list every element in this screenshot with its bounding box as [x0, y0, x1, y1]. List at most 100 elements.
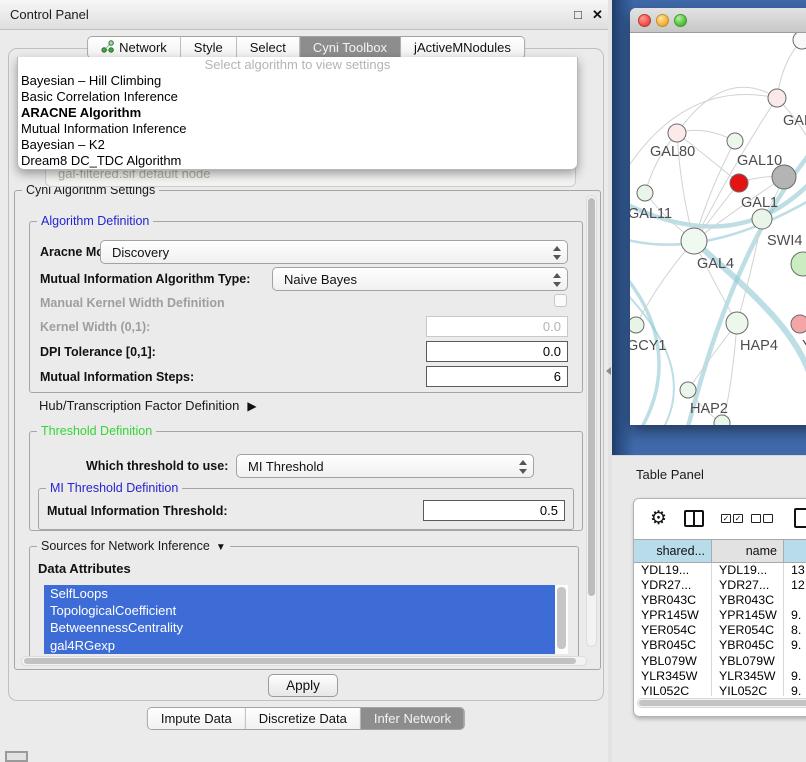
table-row[interactable]: YLR345WYLR345W9. — [634, 669, 806, 684]
tab-network[interactable]: Network — [88, 37, 181, 58]
column-header-shared[interactable]: shared... — [634, 540, 712, 562]
network-node-gal4[interactable] — [681, 228, 707, 254]
algorithm-option-aracne-algorithm[interactable]: ARACNE Algorithm — [18, 105, 577, 121]
settings-hscroll-thumb[interactable] — [24, 658, 576, 664]
mi-steps-field[interactable]: 6 — [426, 366, 568, 387]
select-all-columns-icon[interactable]: ✓ ✓ — [721, 514, 743, 523]
attribute-item-topologicalcoefficient[interactable]: TopologicalCoefficient — [44, 602, 555, 619]
table-row[interactable]: YDL19...YDL19...13 — [634, 563, 806, 578]
network-node-y[interactable] — [791, 315, 806, 333]
settings-horizontal-scrollbar[interactable] — [21, 656, 587, 666]
tab-label: jActiveMNodules — [414, 40, 511, 55]
split-columns-icon[interactable] — [684, 510, 704, 527]
network-edge[interactable] — [636, 241, 694, 325]
table-row[interactable]: YBR045CYBR045C9. — [634, 638, 806, 653]
kernel-width-field[interactable]: 0.0 — [426, 316, 568, 337]
close-icon[interactable]: ✕ — [592, 7, 603, 23]
docked-panel-icon[interactable] — [5, 751, 28, 762]
tab-infer-network[interactable]: Infer Network — [361, 708, 464, 729]
deselect-all-columns-icon[interactable] — [751, 514, 773, 523]
network-node-gal[interactable] — [768, 89, 786, 107]
algorithm-dropdown-popup: Select algorithm to view settings Bayesi… — [17, 57, 578, 170]
tab-style[interactable]: Style — [181, 37, 237, 58]
algorithm-option-bayesian-hill-climbing[interactable]: Bayesian – Hill Climbing — [18, 73, 577, 89]
network-canvas[interactable]: GALGAL80GAL10GAL1GAL11SWI4GAL4GCY1HAP4YH… — [630, 33, 806, 425]
network-node[interactable] — [791, 252, 806, 276]
attribute-item-gal4rgexp[interactable]: gal4RGexp — [44, 637, 555, 654]
network-node[interactable] — [793, 33, 806, 49]
page-icon[interactable] — [794, 508, 806, 528]
algorithm-option-mutual-information-inference[interactable]: Mutual Information Inference — [18, 121, 577, 137]
network-node-gal10[interactable] — [727, 133, 743, 149]
data-attributes-list[interactable]: SelfLoopsTopologicalCoefficientBetweenne… — [44, 585, 568, 654]
settings-vertical-scrollbar[interactable] — [586, 195, 597, 647]
network-node-gal80[interactable] — [668, 124, 686, 142]
manual-kernel-label: Manual Kernel Width Definition — [40, 296, 225, 310]
network-node-swi4[interactable] — [752, 209, 772, 229]
unchecked-checkbox-icon — [751, 514, 761, 523]
mi-threshold-field[interactable]: 0.5 — [423, 500, 565, 521]
table-hscroll-thumb[interactable] — [639, 700, 806, 706]
control-panel: Control Panel □ ✕ NetworkStyleSelectCyni… — [0, 0, 612, 762]
attributes-scrollbar-thumb[interactable] — [557, 587, 566, 649]
node-label: GCY1 — [630, 338, 667, 354]
tab-impute-data[interactable]: Impute Data — [148, 708, 246, 729]
attribute-item-selfloops[interactable]: SelfLoops — [44, 585, 555, 602]
apply-button[interactable]: Apply — [268, 674, 338, 697]
node-label: GAL10 — [737, 153, 782, 169]
network-node-gcy1[interactable] — [630, 317, 644, 333]
table-row[interactable]: YPR145WYPR145W9. — [634, 608, 806, 623]
tab-label: Infer Network — [374, 711, 451, 726]
tab-cyni-toolbox[interactable]: Cyni Toolbox — [300, 37, 401, 58]
table-cell: YER054C — [712, 623, 784, 638]
table-row[interactable]: YBL079WYBL079W — [634, 654, 806, 669]
mi-steps-label: Mutual Information Steps: — [40, 370, 194, 384]
network-node[interactable] — [772, 165, 796, 189]
manual-kernel-checkbox[interactable] — [554, 294, 567, 307]
attributes-scrollbar[interactable] — [555, 585, 568, 654]
which-threshold-select[interactable]: MI Threshold — [236, 454, 534, 478]
attribute-item-betweennesscentrality[interactable]: BetweennessCentrality — [44, 619, 555, 636]
network-edge[interactable] — [677, 87, 777, 133]
table-row[interactable]: YIL052CYIL052C9. — [634, 684, 806, 696]
control-panel-tabbar: NetworkStyleSelectCyni Toolbox jActiveMNo… — [87, 36, 525, 59]
network-node-gal11[interactable] — [637, 185, 653, 201]
table-row[interactable]: YDR27...YDR27...12 — [634, 578, 806, 593]
network-node-gal1[interactable] — [730, 174, 748, 192]
dpi-tolerance-field[interactable]: 0.0 — [426, 341, 568, 362]
mi-threshold-label: Mutual Information Threshold: — [47, 504, 228, 518]
column-header-name[interactable]: name — [712, 540, 784, 562]
table-row[interactable]: YBR043CYBR043C — [634, 593, 806, 608]
mi-type-select[interactable]: Naive Bayes — [272, 267, 568, 291]
tab-select[interactable]: Select — [237, 37, 300, 58]
close-traffic-light-icon[interactable] — [638, 14, 651, 27]
settings-vscroll-thumb[interactable] — [588, 198, 595, 596]
network-node-hap2[interactable] — [680, 382, 696, 398]
float-window-icon[interactable]: □ — [574, 7, 582, 22]
network-node-hap4[interactable] — [726, 312, 748, 334]
table-cell: 9. — [784, 638, 806, 653]
network-edge[interactable] — [688, 323, 737, 390]
table-horizontal-scrollbar[interactable] — [637, 698, 806, 708]
algorithm-option-dream8-dc-tdc-algorithm[interactable]: Dream8 DC_TDC Algorithm — [18, 153, 577, 169]
tab-jactivemnodules[interactable]: jActiveMNodules — [401, 37, 524, 58]
network-edge[interactable] — [645, 133, 677, 193]
gear-icon[interactable]: ⚙ — [650, 507, 667, 530]
network-edge[interactable] — [694, 241, 737, 323]
zoom-traffic-light-icon[interactable] — [674, 14, 687, 27]
splitter-collapse-icon[interactable] — [606, 367, 611, 375]
mi-threshold-group: MI Threshold Definition Mutual Informati… — [38, 488, 574, 530]
tab-discretize-data[interactable]: Discretize Data — [246, 708, 361, 729]
network-window-titlebar[interactable] — [630, 8, 806, 33]
column-header-extra[interactable] — [784, 540, 806, 562]
table-row[interactable]: YER054CYER054C8. — [634, 623, 806, 638]
hub-section-toggle[interactable]: Hub/Transcription Factor Definition▶ — [39, 398, 257, 413]
table-cell: YIL052C — [712, 684, 784, 696]
aracne-mode-select[interactable]: Discovery — [100, 240, 568, 264]
algorithm-option-bayesian-k2[interactable]: Bayesian – K2 — [18, 137, 577, 153]
sources-title[interactable]: Sources for Network Inference▼ — [37, 539, 230, 553]
algorithm-option-basic-correlation-inference[interactable]: Basic Correlation Inference — [18, 89, 577, 105]
minimize-traffic-light-icon[interactable] — [656, 14, 669, 27]
mi-threshold-value: 0.5 — [540, 503, 558, 518]
table-cell: YBR043C — [712, 593, 784, 608]
